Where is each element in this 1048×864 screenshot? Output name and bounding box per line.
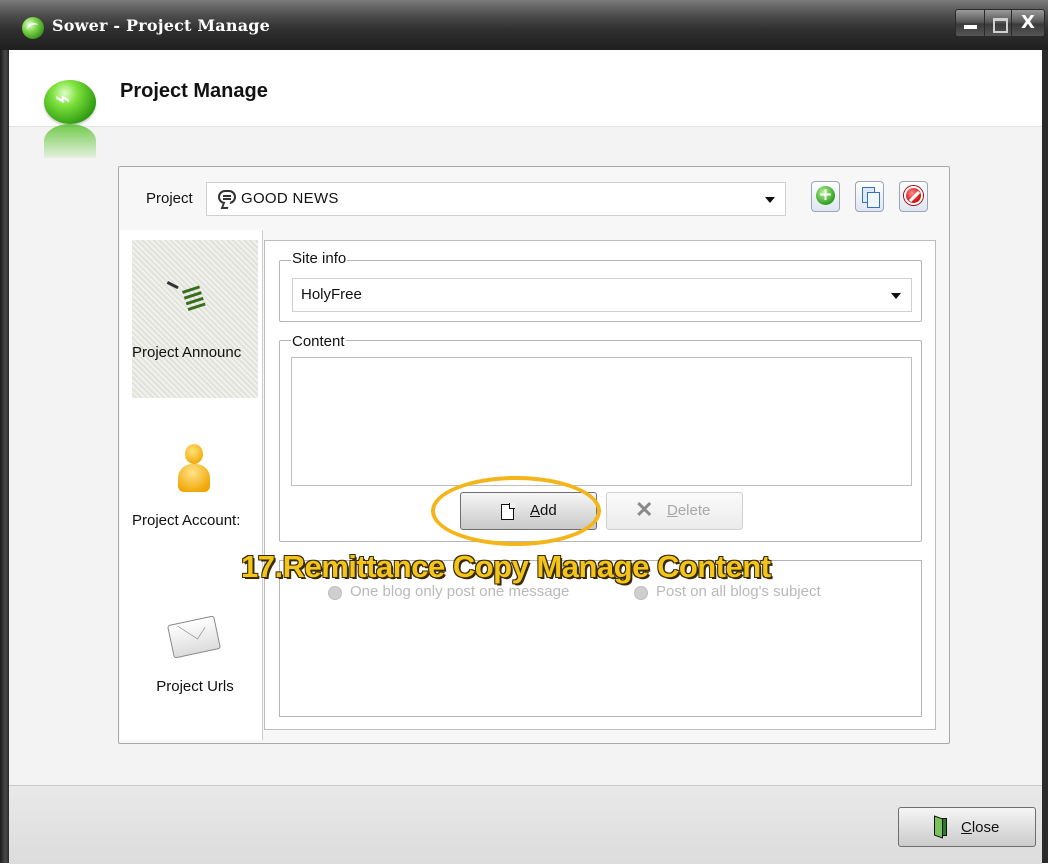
add-label-rest: dd — [540, 502, 557, 519]
window-frame-right — [1042, 50, 1048, 863]
tutorial-caption: 17.Remittance Copy Manage Content — [241, 549, 771, 584]
site-info-select[interactable]: HolyFree — [292, 278, 912, 312]
delete-label-rest: elete — [677, 502, 711, 519]
project-manage-icon-reflection — [44, 124, 96, 158]
add-button-label: Add — [530, 502, 557, 519]
radio-one-blog-one-message-label: One blog only post one message — [350, 583, 570, 600]
close-button[interactable]: Close — [898, 807, 1036, 847]
close-label-rest: lose — [971, 819, 1000, 836]
speech-bubble-icon — [218, 190, 236, 204]
close-accesskey: C — [961, 819, 972, 836]
radio-one-blog-one-message[interactable] — [328, 586, 342, 600]
project-manage-icon — [44, 80, 96, 124]
minimize-button[interactable] — [955, 9, 985, 37]
page-title: Project Manage — [120, 80, 268, 102]
footer-bar — [9, 785, 1042, 864]
project-label: Project — [146, 190, 193, 207]
content-textarea[interactable] — [291, 357, 912, 486]
window-close-button[interactable]: X — [1011, 9, 1045, 37]
project-manage-window: Sower - Project Manage X Project Manage … — [0, 0, 1048, 864]
announcement-icon — [176, 281, 210, 318]
site-info-legend: Site info — [291, 250, 348, 267]
add-project-button[interactable] — [811, 181, 840, 212]
exit-door-icon — [935, 818, 947, 836]
radio-post-all-subjects-label: Post on all blog's subject — [656, 583, 821, 600]
add-accesskey: A — [530, 502, 541, 519]
delete-x-icon: ✕ — [635, 497, 654, 522]
maximize-button[interactable] — [984, 9, 1012, 37]
project-select[interactable]: GOOD NEWS — [206, 182, 786, 216]
window-title: Sower - Project Manage — [52, 16, 271, 35]
site-info-value: HolyFree — [301, 286, 362, 303]
nav-item-label: Project Account: — [132, 512, 241, 529]
content-legend: Content — [291, 333, 346, 350]
chevron-down-icon[interactable] — [765, 197, 775, 203]
window-frame-left — [0, 50, 9, 863]
title-bar[interactable]: Sower - Project Manage X — [0, 0, 1048, 50]
copy-project-button[interactable] — [855, 181, 884, 212]
delete-button-label: Delete — [667, 502, 710, 519]
nav-item-label: Project Announc — [132, 344, 242, 361]
chevron-down-icon[interactable] — [891, 293, 901, 299]
new-page-icon — [501, 503, 515, 520]
add-content-button[interactable]: Add — [460, 492, 597, 530]
delete-project-button[interactable] — [899, 181, 928, 212]
nav-item-project-announcements[interactable]: Project Announc — [132, 240, 258, 398]
nav-item-label: Project Urls — [156, 678, 234, 695]
radio-post-all-subjects[interactable] — [634, 586, 648, 600]
delete-content-button[interactable]: ✕ Delete — [606, 492, 743, 530]
delete-accesskey: D — [667, 502, 678, 519]
close-button-label: Close — [961, 819, 999, 836]
account-person-icon — [178, 444, 210, 494]
app-logo-icon — [22, 17, 44, 39]
project-select-value: GOOD NEWS — [241, 190, 339, 207]
